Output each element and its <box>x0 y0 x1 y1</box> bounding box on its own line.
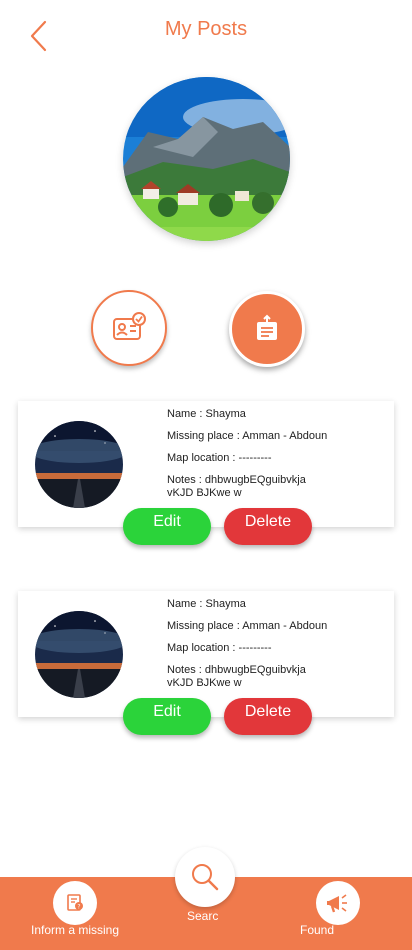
post-notes-continued: vKJD BJKwe w <box>167 487 242 499</box>
nav-inform-label: Inform a missing <box>31 923 120 937</box>
nav-found-label: Found <box>300 923 335 937</box>
search-icon <box>192 864 219 891</box>
post-notes: Notes : dhbwugbEQguibvkja <box>167 664 306 676</box>
svg-text:?: ? <box>77 904 80 911</box>
edit-button[interactable]: Edit <box>123 508 211 545</box>
post-map-location: Map location : --------- <box>167 642 272 654</box>
delete-button[interactable]: Delete <box>224 698 312 735</box>
post-map-location: Map location : --------- <box>167 452 272 464</box>
header: My Posts <box>0 0 412 60</box>
id-card-check-icon <box>113 312 146 340</box>
post-name: Name : Shayma <box>167 598 246 610</box>
megaphone-icon <box>327 894 347 913</box>
nav-found[interactable] <box>316 881 360 925</box>
post-notes-continued: vKJD BJKwe w <box>167 677 242 689</box>
notepad-upload-icon <box>257 314 277 340</box>
post-card: Name : Shayma Missing place : Amman - Ab… <box>18 401 394 527</box>
post-card: Name : Shayma Missing place : Amman - Ab… <box>18 591 394 717</box>
nav-search[interactable] <box>175 847 235 907</box>
nav-search-label: Searc <box>187 909 219 923</box>
add-post-button[interactable] <box>229 291 305 367</box>
post-name: Name : Shayma <box>167 408 246 420</box>
page-title: My Posts <box>164 18 248 40</box>
report-person-icon: ? <box>67 894 83 911</box>
post-missing-place: Missing place : Amman - Abdoun <box>167 620 328 632</box>
post-notes: Notes : dhbwugbEQguibvkja <box>167 474 306 486</box>
edit-button[interactable]: Edit <box>123 698 211 735</box>
profile-image <box>123 77 290 241</box>
post-missing-place: Missing place : Amman - Abdoun <box>167 430 328 442</box>
nav-inform-missing[interactable]: ? <box>53 881 97 925</box>
id-card-button[interactable] <box>91 290 167 366</box>
delete-button[interactable]: Delete <box>224 508 312 545</box>
post-image <box>35 421 123 508</box>
post-image <box>35 611 123 698</box>
